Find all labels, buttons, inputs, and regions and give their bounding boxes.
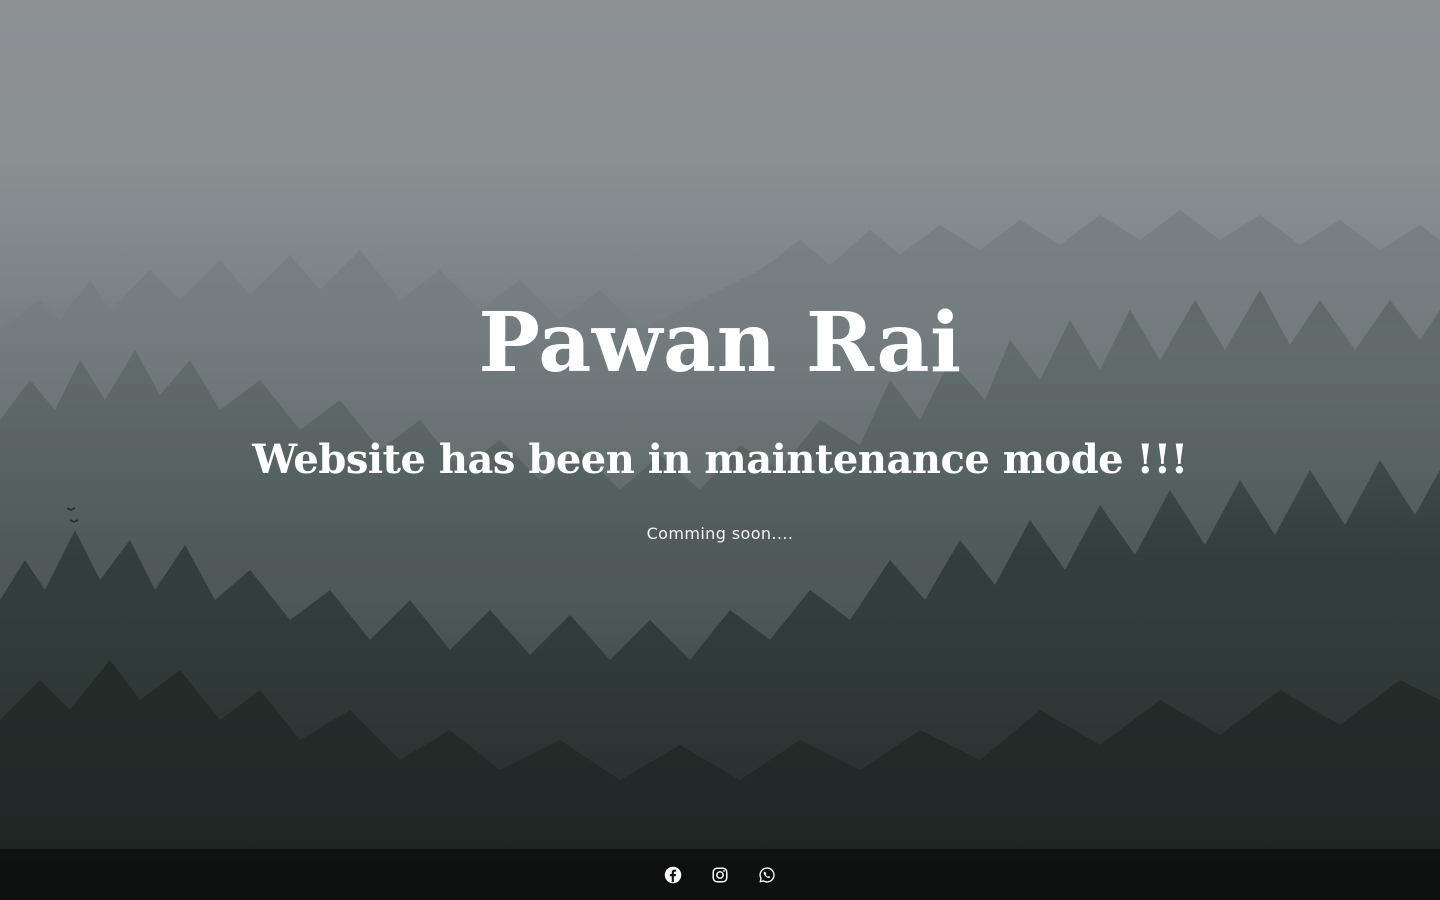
maintenance-page: Pawan Rai Website has been in maintenanc… <box>0 0 1440 900</box>
social-footer <box>0 849 1440 900</box>
instagram-icon <box>712 867 728 882</box>
facebook-icon <box>664 866 682 883</box>
whatsapp-icon <box>759 866 775 883</box>
facebook-link[interactable] <box>663 864 684 885</box>
site-title: Pawan Rai <box>478 295 962 391</box>
coming-soon-text: Comming soon.... <box>646 524 794 543</box>
maintenance-headline: Website has been in maintenance mode !!! <box>252 436 1188 483</box>
instagram-link[interactable] <box>710 864 731 885</box>
whatsapp-link[interactable] <box>757 864 778 885</box>
maintenance-content: Pawan Rai Website has been in maintenanc… <box>0 0 1440 849</box>
